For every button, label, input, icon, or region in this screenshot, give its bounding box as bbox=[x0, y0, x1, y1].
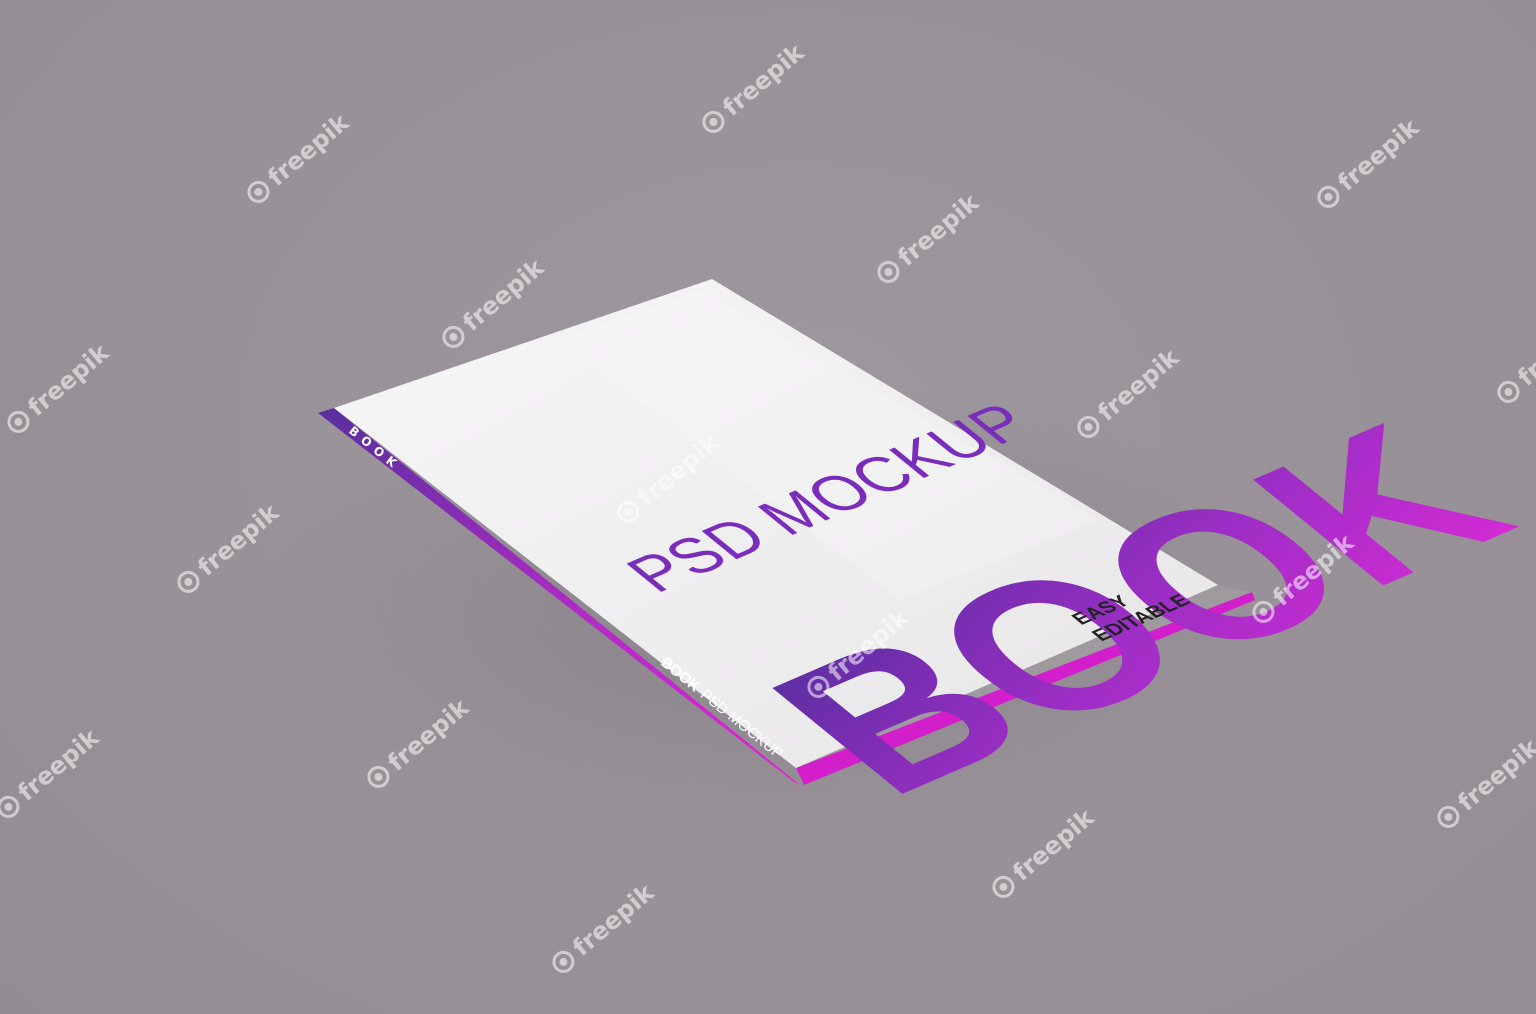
mockup-scene: BOOK PSD MOCKUP EASY EDITABLE BOOK BOOKP… bbox=[0, 0, 1536, 1014]
book-illustration: BOOK PSD MOCKUP EASY EDITABLE BOOK BOOKP… bbox=[260, 279, 1536, 840]
